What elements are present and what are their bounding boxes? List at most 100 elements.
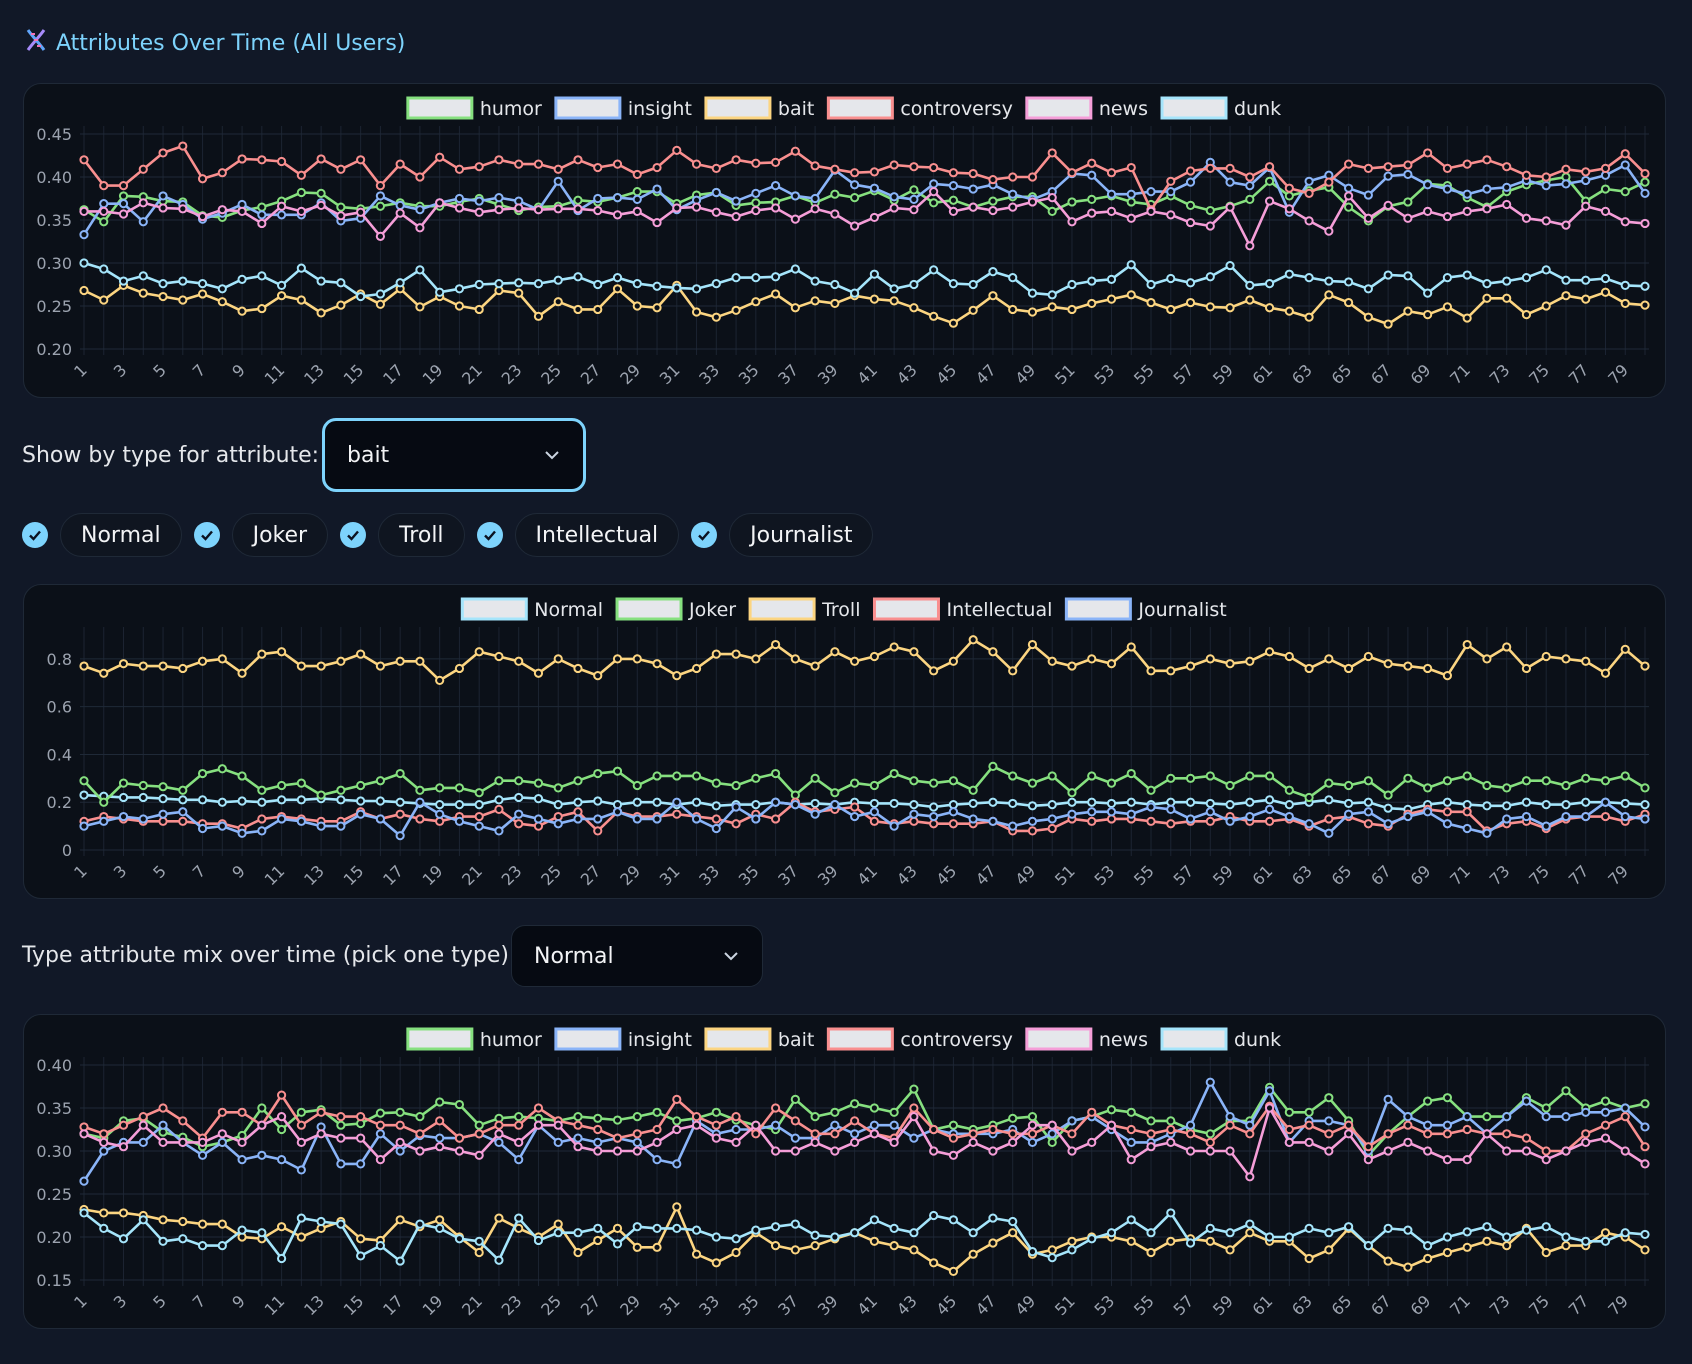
type-select-label: Type attribute mix over time (pick one t… bbox=[22, 943, 517, 968]
x-tick-label: 57 bbox=[1170, 1291, 1198, 1319]
legend-item-intellectual[interactable]: Intellectual bbox=[872, 597, 1052, 621]
legend-item-dunk[interactable]: dunk bbox=[1160, 1027, 1281, 1051]
x-tick-label: 15 bbox=[340, 360, 368, 388]
data-point bbox=[1502, 1146, 1512, 1156]
legend-item-humor[interactable]: humor bbox=[406, 96, 542, 120]
type-checkbox-intellectual[interactable] bbox=[476, 522, 503, 548]
type-chip-troll[interactable]: Troll bbox=[378, 513, 465, 557]
data-point bbox=[1541, 1103, 1551, 1113]
data-point bbox=[1185, 1146, 1196, 1156]
legend-swatch bbox=[704, 1027, 772, 1051]
data-point bbox=[850, 168, 860, 178]
data-point bbox=[711, 1232, 721, 1242]
data-point bbox=[830, 788, 840, 798]
data-point bbox=[830, 1129, 840, 1139]
type-chip-joker[interactable]: Joker bbox=[231, 513, 329, 557]
data-point bbox=[731, 1247, 741, 1258]
data-point bbox=[573, 1133, 583, 1143]
legend-item-dunk[interactable]: dunk bbox=[1160, 96, 1281, 120]
data-point bbox=[118, 1208, 129, 1218]
data-point bbox=[1047, 1129, 1057, 1139]
data-point bbox=[296, 263, 306, 273]
data-point bbox=[1640, 1245, 1650, 1255]
data-point bbox=[356, 796, 366, 806]
type-chip-journalist[interactable]: Journalist bbox=[729, 513, 874, 557]
data-point bbox=[869, 807, 879, 817]
data-point bbox=[533, 794, 544, 804]
data-point bbox=[850, 221, 860, 231]
legend-item-bait[interactable]: bait bbox=[704, 1027, 814, 1051]
data-point bbox=[276, 1112, 287, 1122]
data-point bbox=[1640, 661, 1650, 671]
data-point bbox=[1423, 1120, 1433, 1130]
data-point bbox=[1442, 819, 1453, 829]
type-checkbox-joker[interactable] bbox=[193, 522, 220, 548]
data-point bbox=[138, 1215, 148, 1225]
data-point bbox=[1541, 1247, 1551, 1258]
data-point bbox=[1225, 202, 1235, 212]
data-point bbox=[336, 202, 346, 212]
data-point bbox=[553, 1120, 563, 1130]
series-journalist bbox=[79, 797, 1650, 841]
data-point bbox=[1423, 783, 1433, 793]
type-checkbox-normal[interactable] bbox=[22, 522, 48, 548]
legend-item-troll[interactable]: Troll bbox=[748, 597, 860, 621]
data-point bbox=[1146, 1228, 1156, 1238]
data-point bbox=[1403, 271, 1413, 281]
data-point bbox=[257, 1120, 267, 1130]
legend-item-news[interactable]: news bbox=[1025, 96, 1148, 120]
data-point bbox=[988, 1238, 998, 1248]
data-point bbox=[1304, 312, 1314, 322]
legend-item-controversy[interactable]: controversy bbox=[826, 96, 1013, 120]
data-point bbox=[691, 771, 702, 781]
data-point bbox=[1640, 1159, 1650, 1169]
data-point bbox=[356, 649, 366, 659]
data-point bbox=[1561, 811, 1571, 822]
data-point bbox=[909, 1228, 919, 1238]
data-point bbox=[296, 778, 306, 788]
data-point bbox=[1245, 1219, 1255, 1229]
data-point bbox=[573, 204, 583, 214]
type-chip-normal[interactable]: Normal bbox=[60, 513, 182, 557]
data-point bbox=[1403, 1120, 1413, 1130]
data-point bbox=[276, 291, 287, 301]
data-point bbox=[296, 295, 306, 305]
legend-item-joker[interactable]: Joker bbox=[615, 597, 736, 621]
type-checkbox-journalist[interactable] bbox=[691, 522, 718, 548]
legend-item-insight[interactable]: insight bbox=[554, 1027, 692, 1051]
legend-item-normal[interactable]: Normal bbox=[460, 597, 603, 621]
data-point bbox=[632, 1129, 642, 1139]
data-point bbox=[1185, 177, 1196, 187]
data-point bbox=[553, 176, 563, 186]
type-checkbox-troll[interactable] bbox=[340, 522, 367, 548]
data-point bbox=[988, 267, 998, 277]
data-point bbox=[435, 783, 445, 793]
data-point bbox=[1442, 776, 1453, 786]
data-point bbox=[415, 1112, 425, 1122]
x-tick-label: 3 bbox=[110, 861, 131, 882]
data-point bbox=[1403, 773, 1413, 783]
legend-item-insight[interactable]: insight bbox=[554, 96, 692, 120]
data-point bbox=[731, 1124, 741, 1135]
data-point bbox=[573, 1112, 583, 1122]
data-point bbox=[415, 265, 425, 275]
x-tick-label: 9 bbox=[228, 861, 249, 882]
data-point bbox=[1541, 651, 1551, 662]
data-point bbox=[1600, 1236, 1611, 1246]
legend-item-journalist[interactable]: Journalist bbox=[1064, 597, 1227, 621]
data-point bbox=[1264, 303, 1275, 313]
legend-item-controversy[interactable]: controversy bbox=[826, 1027, 1013, 1051]
legend-item-news[interactable]: news bbox=[1025, 1027, 1148, 1051]
legend-item-humor[interactable]: humor bbox=[406, 1027, 542, 1051]
type-chip-intellectual[interactable]: Intellectual bbox=[514, 513, 680, 557]
data-point bbox=[1225, 816, 1235, 826]
type-select[interactable]: Normal bbox=[511, 925, 763, 987]
data-point bbox=[474, 821, 484, 831]
attribute-select[interactable]: bait bbox=[322, 418, 586, 492]
data-point bbox=[375, 1108, 385, 1118]
data-point bbox=[1304, 663, 1314, 674]
data-point bbox=[612, 273, 623, 283]
legend-item-bait[interactable]: bait bbox=[704, 96, 814, 120]
y-tick-label: 0 bbox=[62, 841, 72, 860]
data-point bbox=[711, 207, 721, 217]
